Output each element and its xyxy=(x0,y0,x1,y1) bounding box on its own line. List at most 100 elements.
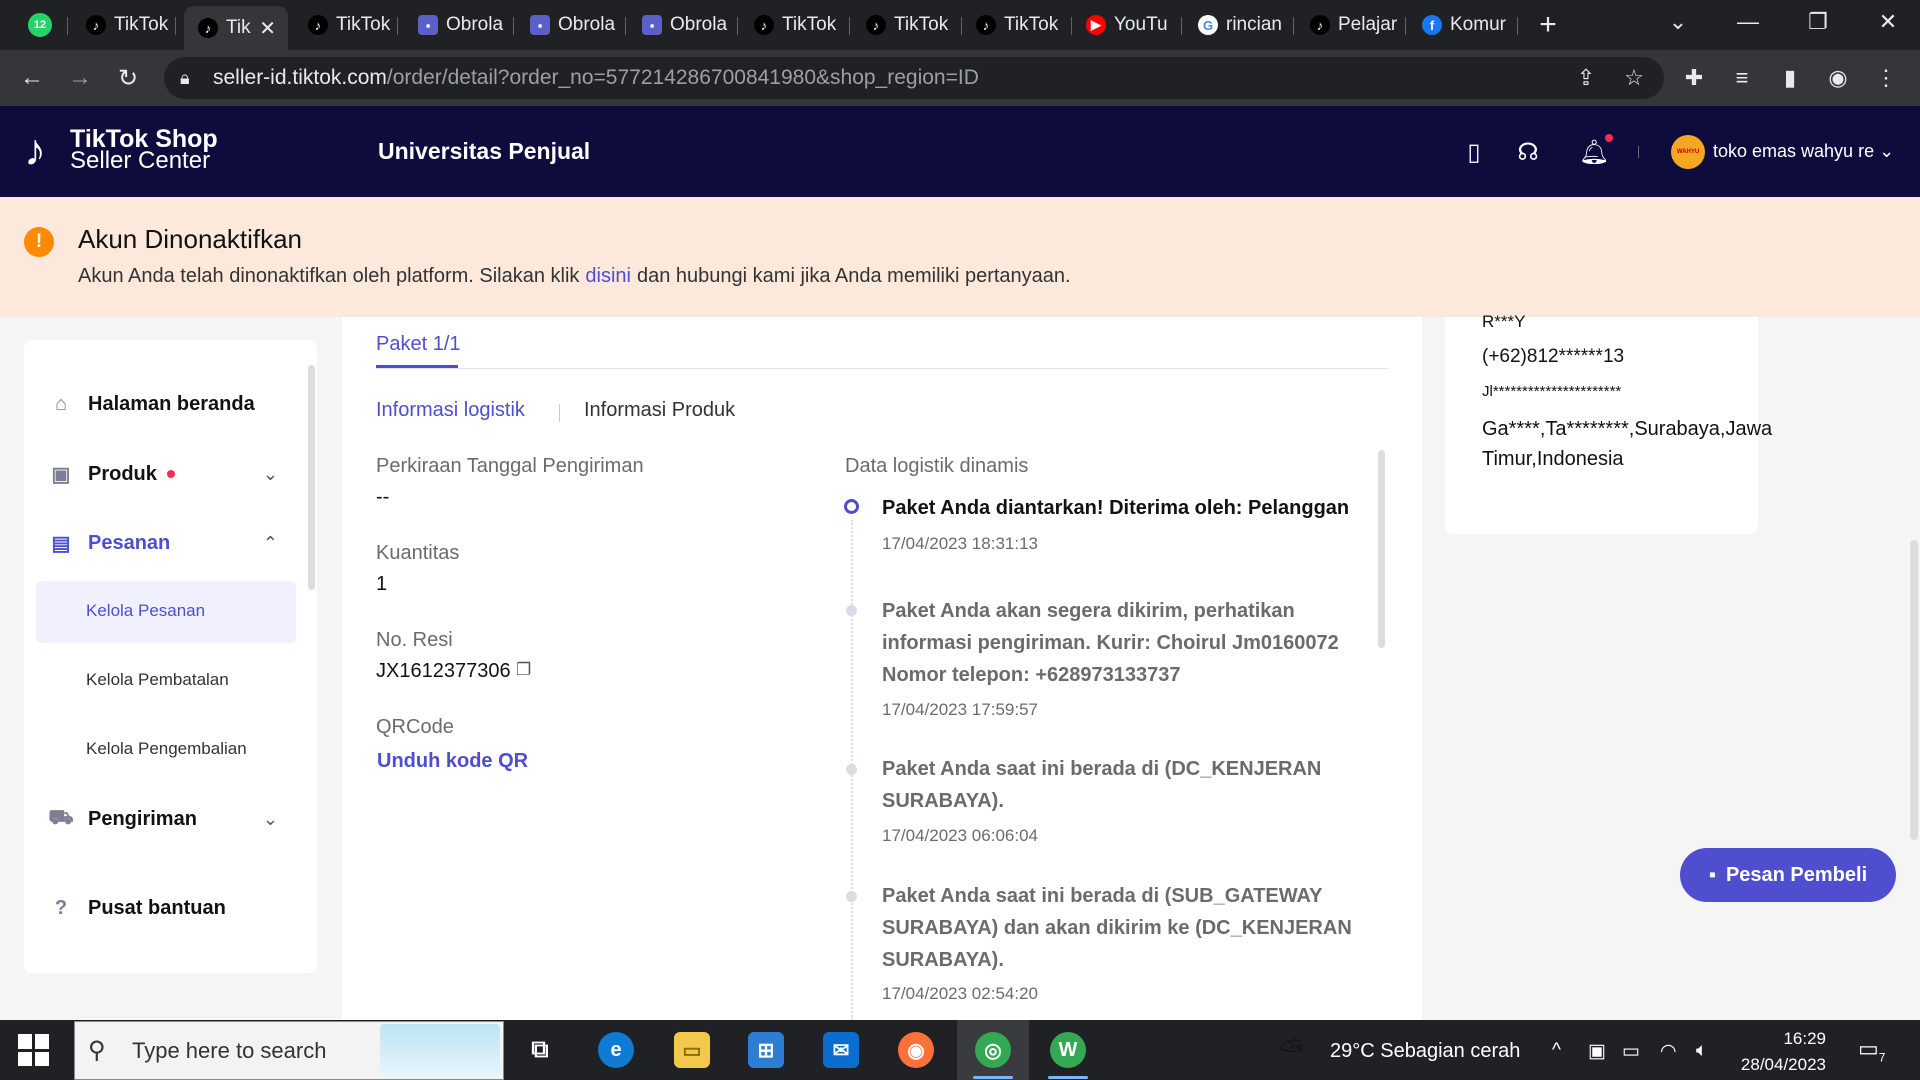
tab-label: YouTu xyxy=(1114,14,1168,35)
close-icon[interactable]: ✕ xyxy=(259,16,276,41)
notification-center-icon[interactable]: ▭7 xyxy=(1858,1036,1885,1064)
clock-date: 28/04/2023 xyxy=(1740,1055,1826,1074)
lock-icon[interactable]: 🔒︎ xyxy=(180,68,190,89)
headset-icon[interactable]: ☊ xyxy=(1510,134,1546,170)
seller-university-link[interactable]: Universitas Penjual xyxy=(378,138,590,165)
recipient-region: Ga****,Ta********,Surabaya,Jawa Timur,In… xyxy=(1482,418,1773,470)
back-button[interactable]: ← xyxy=(16,62,48,94)
tab-tiktok-1[interactable]: ♪ TikTok xyxy=(72,8,176,42)
shop-name: toko emas wahyu re xyxy=(1713,141,1875,161)
share-icon[interactable]: ⇪ xyxy=(1570,62,1602,94)
logistics-scrollbar[interactable] xyxy=(1378,450,1385,648)
menu-icon[interactable]: ⋮ xyxy=(1870,62,1902,94)
sidebar-item-label: Produk xyxy=(88,462,157,485)
download-qr-link[interactable]: Unduh kode QR xyxy=(377,750,528,773)
chevron-up-icon[interactable]: ⌃ xyxy=(263,533,278,554)
chevron-up-icon[interactable]: ^ xyxy=(1552,1040,1561,1062)
tab-tiktok-5[interactable]: ♪ TikTok xyxy=(852,8,962,42)
tab-google[interactable]: Grincian xyxy=(1184,8,1294,42)
tab-pelajari[interactable]: ♪ Pelajar xyxy=(1296,8,1406,42)
sidebar-subitem-kelola-pengembalian[interactable]: Kelola Pengembalian xyxy=(86,739,247,759)
sidebar-item-pengiriman[interactable]: ⛟ Pengiriman ⌄ xyxy=(48,789,300,849)
tiktok-icon: ♪ xyxy=(866,15,886,35)
banner-link[interactable]: disini xyxy=(585,265,631,287)
logo-line2: Seller Center xyxy=(70,147,211,174)
task-view-icon[interactable]: ⧉ xyxy=(522,1032,558,1068)
restore-button[interactable]: ❐ xyxy=(1788,0,1848,44)
tab-tiktok-3[interactable]: ♪ TikTok xyxy=(294,8,398,42)
chat-buyer-button[interactable]: ▪ Pesan Pembeli xyxy=(1680,848,1896,902)
weather-desc: Sebagian cerah xyxy=(1380,1040,1521,1062)
sidebar-item-pesanan[interactable]: ▤ Pesanan ⌃ xyxy=(50,513,300,573)
tab-product-info[interactable]: Informasi Produk xyxy=(584,399,735,422)
chevron-down-icon[interactable]: ⌄ xyxy=(263,809,278,830)
file-explorer-icon[interactable]: ▭ xyxy=(674,1032,710,1068)
sidebar-item-produk[interactable]: ▣ Produk ⌄ xyxy=(50,444,300,504)
side-panel-icon[interactable]: ▮ xyxy=(1774,62,1806,94)
mail-icon[interactable]: ✉ xyxy=(823,1032,859,1068)
search-placeholder: Type here to search xyxy=(132,1038,327,1063)
tab-label: Obrola xyxy=(446,14,504,35)
windows-start-icon[interactable] xyxy=(18,1034,50,1066)
page-scrollbar[interactable] xyxy=(1910,540,1918,840)
volume-icon[interactable]: 🔈︎ xyxy=(1696,1040,1707,1062)
tab-tiktok-active[interactable]: ♪ Tik ✕ xyxy=(184,6,288,50)
weather-widget[interactable]: 29°C Sebagian cerah xyxy=(1330,1040,1520,1063)
tiktok-icon: ♪ xyxy=(754,15,774,35)
minimize-button[interactable]: — xyxy=(1718,0,1778,44)
store-icon[interactable]: ⊞ xyxy=(748,1032,784,1068)
seller-header xyxy=(0,106,1920,197)
url-text[interactable]: seller-id.tiktok.com/order/detail?order_… xyxy=(213,66,979,90)
new-tab-button[interactable]: + xyxy=(1518,3,1578,47)
tab-obrolan-1[interactable]: ▪ Obrola xyxy=(404,8,514,42)
sidebar-item-home[interactable]: ⌂ Halaman beranda xyxy=(50,374,300,434)
sidebar-item-label: Pesanan xyxy=(88,531,171,554)
chrome-profile-icon[interactable]: W xyxy=(1050,1032,1086,1068)
chrome-icon[interactable]: ◎ xyxy=(975,1032,1011,1068)
tab-logistics-info[interactable]: Informasi logistik xyxy=(376,399,525,422)
mobile-icon[interactable]: ▯ xyxy=(1456,134,1492,170)
tab-label: Obrola xyxy=(670,14,728,35)
shop-menu[interactable]: toko emas wahyu re ⌄ xyxy=(1713,141,1894,162)
tab-label: TikTok xyxy=(894,14,949,35)
forward-button[interactable]: → xyxy=(64,62,96,94)
sidebar-item-pusat-bantuan[interactable]: ? Pusat bantuan xyxy=(50,878,300,938)
chat-icon: ▪ xyxy=(418,15,438,35)
subtab-divider xyxy=(559,404,560,422)
meet-icon[interactable]: ▣ xyxy=(1588,1040,1606,1063)
logo[interactable]: TikTok Shop Seller Center xyxy=(70,127,218,174)
profile-icon[interactable]: ◉ xyxy=(1822,62,1854,94)
field-value-quantity: 1 xyxy=(376,573,388,595)
tab-whatsapp[interactable]: 12 xyxy=(14,8,68,42)
whatsapp-icon: 12 xyxy=(28,13,52,37)
sidebar-subitem-kelola-pembatalan[interactable]: Kelola Pembatalan xyxy=(86,670,229,690)
media-control-icon[interactable]: ≡ xyxy=(1726,62,1758,94)
tab-tiktok-4[interactable]: ♪ TikTok xyxy=(740,8,850,42)
weather-icon[interactable]: ⛅︎ xyxy=(1280,1034,1304,1068)
avatar[interactable]: WAHYU xyxy=(1671,135,1705,169)
recipient-street: Jl********************** xyxy=(1482,383,1622,400)
sidebar-subitem-kelola-pesanan[interactable]: Kelola Pesanan xyxy=(86,601,205,621)
sidebar-scrollbar[interactable] xyxy=(308,365,315,590)
edge-icon[interactable]: e xyxy=(598,1032,634,1068)
tab-search-button[interactable]: ⌄ xyxy=(1648,0,1708,44)
bookmark-star-icon[interactable]: ☆ xyxy=(1618,62,1650,94)
battery-icon[interactable]: ▭ xyxy=(1622,1040,1640,1063)
extensions-icon[interactable]: ✚ xyxy=(1678,62,1710,94)
tab-obrolan-2[interactable]: ▪ Obrola xyxy=(516,8,626,42)
tab-obrolan-3[interactable]: ▪ Obrola xyxy=(628,8,738,42)
copy-icon[interactable]: ❐ xyxy=(516,660,536,682)
tab-facebook[interactable]: f Komur xyxy=(1408,8,1518,42)
tiktok-logo-icon[interactable]: ♪ xyxy=(24,126,64,176)
wifi-icon[interactable]: ◠ xyxy=(1660,1040,1677,1063)
reload-button[interactable]: ↻ xyxy=(112,62,144,94)
chat-icon: ▪ xyxy=(642,15,662,35)
tab-package[interactable]: Paket 1/1 xyxy=(376,333,461,356)
tab-youtube[interactable]: ▶ YouTu xyxy=(1072,8,1182,42)
close-window-button[interactable]: ✕ xyxy=(1858,0,1918,44)
header-divider xyxy=(1638,146,1639,158)
chevron-down-icon[interactable]: ⌄ xyxy=(263,464,278,485)
firefox-icon[interactable]: ◉ xyxy=(898,1032,934,1068)
tab-tiktok-6[interactable]: ♪ TikTok xyxy=(962,8,1072,42)
clock[interactable]: 16:29 28/04/2023 xyxy=(1726,1026,1826,1078)
